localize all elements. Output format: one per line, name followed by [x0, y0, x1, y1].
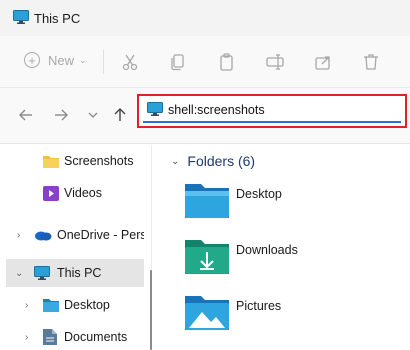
folder-label: Pictures — [236, 299, 282, 313]
desktop-folder-icon — [43, 298, 59, 315]
sidebar-item-label: This PC — [57, 266, 102, 280]
sidebar-item-desktop[interactable]: › Desktop — [0, 291, 144, 319]
command-bar: + New ⌄ — [0, 36, 410, 88]
chevron-right-icon[interactable]: › — [25, 300, 28, 311]
folder-item-desktop[interactable]: Desktop — [185, 182, 405, 222]
folder-label: Desktop — [236, 187, 282, 201]
chevron-right-icon[interactable]: › — [25, 332, 28, 343]
sidebar-item-screenshots[interactable]: Screenshots — [0, 147, 144, 175]
copy-icon[interactable] — [168, 52, 188, 72]
monitor-icon — [34, 266, 50, 283]
new-icon: + — [24, 52, 40, 68]
sidebar-item-label: Videos — [64, 186, 102, 200]
folders-group-header[interactable]: ⌄ Folders (6) — [171, 153, 255, 169]
window-title: This PC — [34, 11, 81, 26]
address-input[interactable] — [168, 103, 328, 117]
sidebar-scrollbar[interactable] — [150, 270, 152, 350]
cut-icon[interactable] — [120, 52, 140, 72]
chevron-down-icon: ⌄ — [79, 54, 87, 65]
arrow-up-icon[interactable] — [111, 106, 129, 124]
chevron-down-icon[interactable]: ⌄ — [15, 268, 23, 279]
sidebar-item-onedrive[interactable]: › OneDrive - Perso — [0, 221, 144, 249]
title-bar: This PC — [0, 0, 410, 36]
sidebar-item-label: Documents — [64, 330, 128, 344]
sidebar-item-label: Screenshots — [64, 154, 134, 168]
navigation-pane: Screenshots Videos › OneDrive - Perso ⌄ — [0, 145, 152, 350]
folder-item-downloads[interactable]: Downloads — [185, 238, 405, 278]
address-bar[interactable] — [143, 99, 401, 123]
folder-label: Downloads — [236, 243, 298, 257]
monitor-icon — [147, 101, 163, 119]
address-bar-highlight — [137, 94, 407, 128]
sidebar-item-label: Desktop — [64, 298, 110, 312]
chevron-right-icon[interactable]: › — [17, 230, 20, 241]
rename-icon[interactable] — [265, 52, 285, 72]
chevron-down-icon: ⌄ — [171, 155, 180, 167]
downloads-folder-icon — [185, 238, 229, 279]
monitor-icon — [13, 10, 29, 27]
documents-icon — [43, 329, 57, 348]
videos-icon — [43, 186, 59, 204]
folder-item-pictures[interactable]: Pictures — [185, 294, 405, 334]
desktop-folder-icon — [185, 182, 229, 223]
onedrive-icon — [34, 229, 52, 244]
arrow-right-icon[interactable] — [52, 106, 70, 124]
new-button[interactable]: + New ⌄ — [24, 52, 87, 68]
paste-icon[interactable] — [217, 52, 237, 72]
pictures-folder-icon — [185, 294, 229, 335]
group-title: Folders (6) — [187, 153, 256, 169]
share-icon[interactable] — [313, 52, 333, 72]
folder-icon — [43, 154, 59, 171]
new-label: New — [48, 52, 75, 68]
toolbar-separator — [103, 50, 104, 74]
chevron-down-icon[interactable] — [84, 106, 102, 124]
sidebar-item-this-pc[interactable]: ⌄ This PC — [6, 259, 144, 287]
arrow-left-icon[interactable] — [17, 106, 35, 124]
content-pane: ⌄ Folders (6) Desktop Downloads Pictures — [153, 145, 410, 350]
sidebar-item-label: OneDrive - Perso — [57, 228, 144, 242]
sidebar-item-videos[interactable]: Videos — [0, 179, 144, 207]
delete-icon[interactable] — [361, 52, 381, 72]
sidebar-item-documents[interactable]: › Documents — [0, 323, 144, 350]
navigation-bar — [0, 88, 410, 144]
